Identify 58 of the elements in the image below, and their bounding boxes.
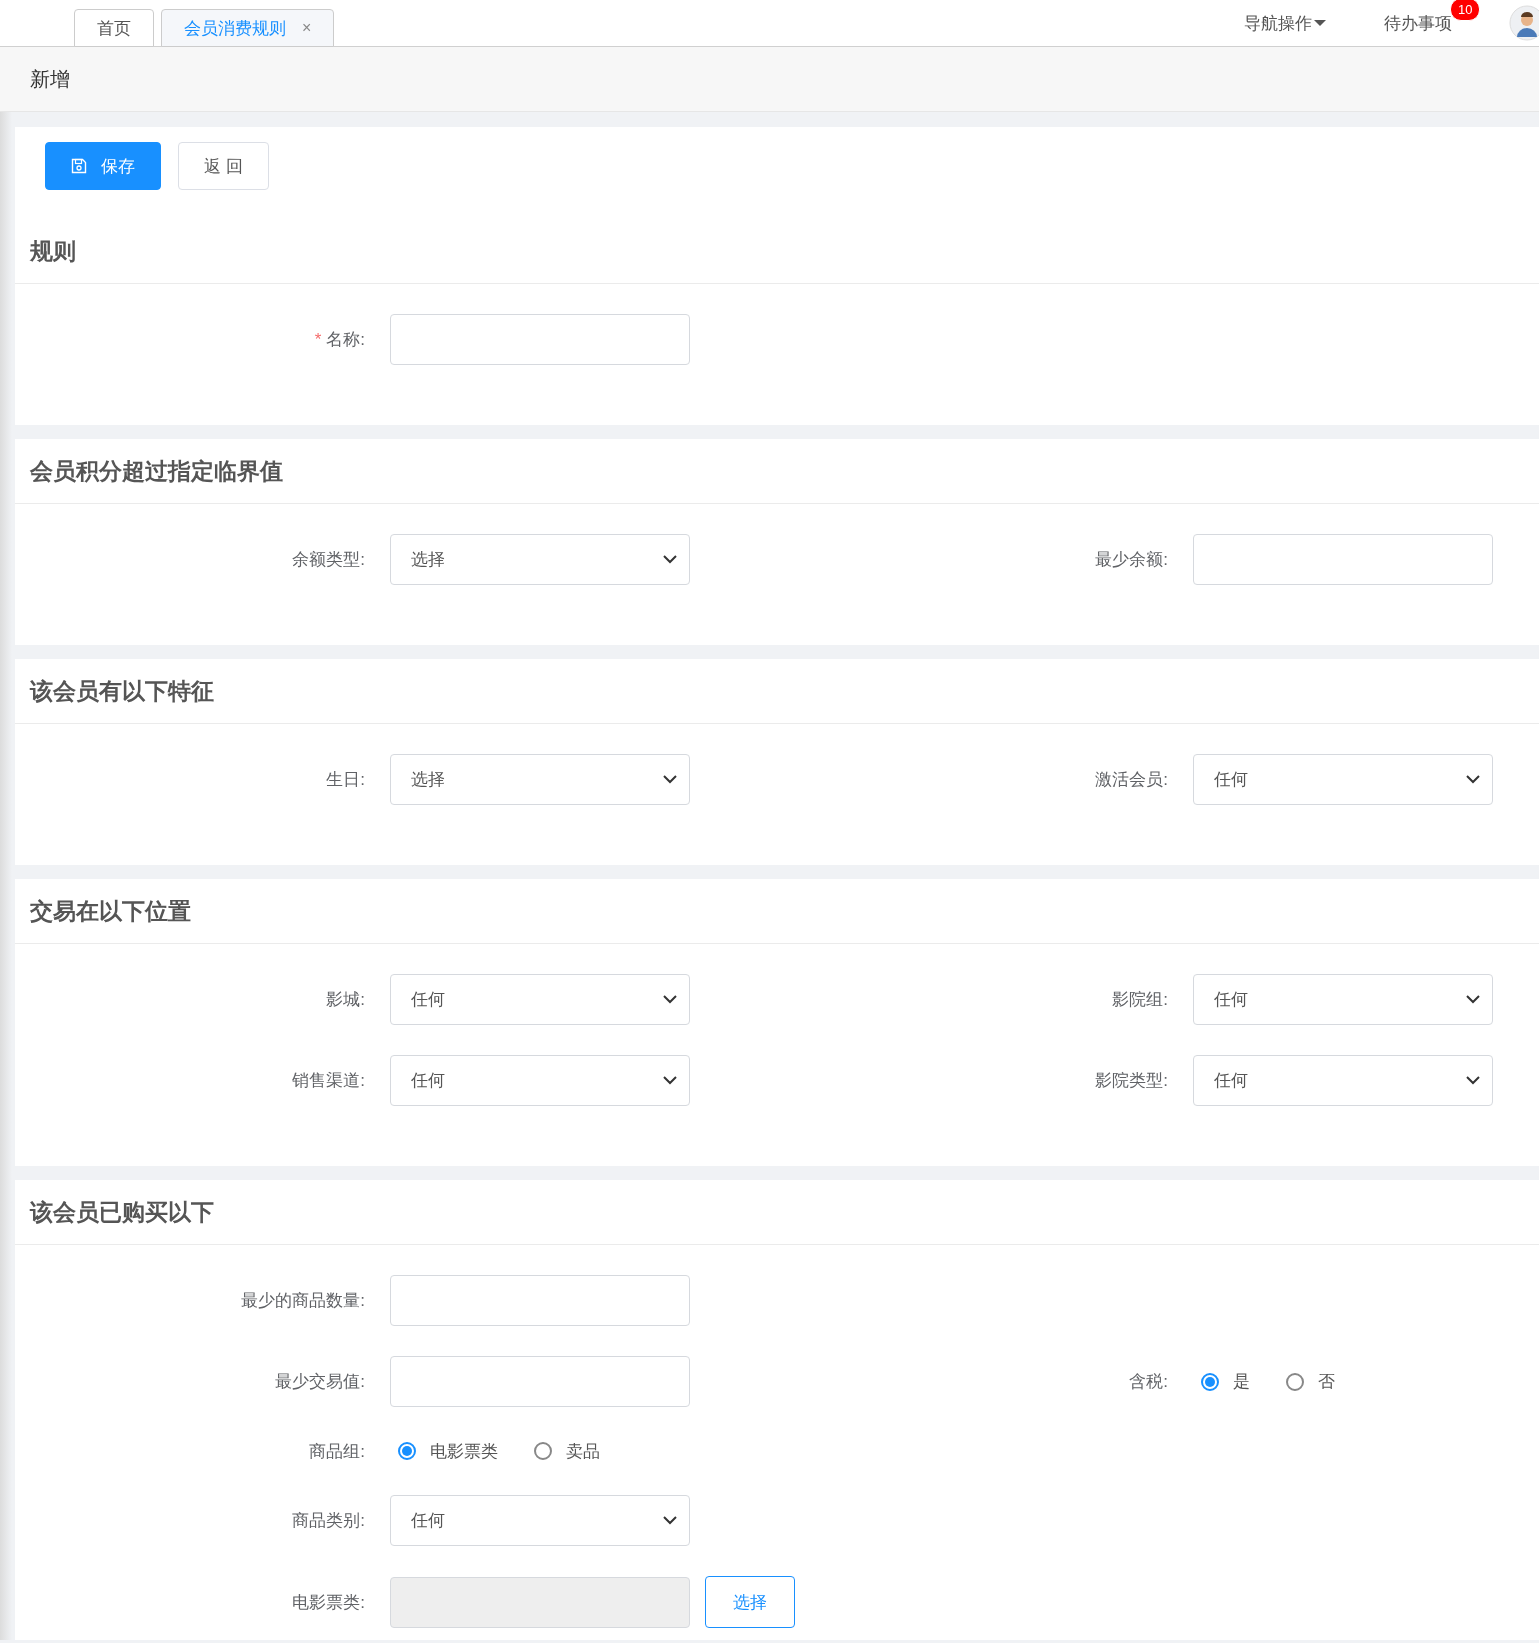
select-field[interactable]: 任何 [390, 1055, 690, 1106]
field-label: 生日: [326, 769, 365, 791]
field-label: 余额类型: [292, 549, 365, 571]
back-button[interactable]: 返 回 [178, 142, 269, 190]
field-label: 最少交易值: [275, 1371, 365, 1393]
section-title: 规则 [30, 236, 76, 266]
section-title: 该会员已购买以下 [30, 1197, 214, 1227]
section-title: 交易在以下位置 [30, 896, 191, 926]
field-label: 商品组: [309, 1440, 365, 1463]
chevron-down-icon [1466, 775, 1480, 784]
select-field[interactable]: 任何 [1193, 974, 1493, 1025]
radio-button[interactable] [1201, 1372, 1219, 1391]
chevron-down-icon [663, 775, 677, 784]
select-field[interactable]: 任何 [390, 1495, 690, 1546]
field-label: 影城: [326, 989, 365, 1011]
section-title: 会员积分超过指定临界值 [30, 456, 283, 486]
chevron-down-icon [663, 1516, 677, 1525]
field-label: 电影票类: [292, 1591, 365, 1614]
field-label: 最少的商品数量: [241, 1290, 365, 1312]
input-field[interactable] [1193, 534, 1493, 585]
radio-button[interactable] [534, 1442, 552, 1460]
nav-menu[interactable]: 导航操作 [1244, 11, 1326, 35]
chevron-down-icon [663, 1076, 677, 1085]
radio-button[interactable] [398, 1442, 416, 1460]
field-label: 销售渠道: [292, 1070, 365, 1092]
radio-option[interactable]: 是 [1201, 1370, 1250, 1393]
select-field[interactable]: 选择 [390, 534, 690, 585]
input-field[interactable] [390, 314, 690, 365]
radio-button[interactable] [1286, 1372, 1304, 1391]
field-label: 含税: [1129, 1371, 1168, 1393]
field-label: 名称: [326, 329, 365, 351]
select-field[interactable]: 任何 [390, 974, 690, 1025]
required-mark: * [314, 329, 322, 350]
page-title: 新增 [30, 66, 70, 92]
field-label: 激活会员: [1095, 769, 1168, 791]
caret-icon [1314, 20, 1326, 26]
radio-option[interactable]: 卖品 [534, 1439, 600, 1463]
section-title: 该会员有以下特征 [30, 676, 214, 706]
radio-option[interactable]: 电影票类 [398, 1439, 498, 1463]
field-label: 商品类别: [292, 1510, 365, 1532]
select-field[interactable]: 任何 [1193, 1055, 1493, 1106]
field-label: 影院类型: [1095, 1070, 1168, 1092]
save-icon [71, 158, 87, 174]
radio-option[interactable]: 否 [1286, 1370, 1335, 1393]
chevron-down-icon [663, 995, 677, 1004]
select-field[interactable]: 任何 [1193, 754, 1493, 805]
todo-link[interactable]: 待办事项 [1384, 13, 1452, 33]
chevron-down-icon [1466, 995, 1480, 1004]
chevron-down-icon [1466, 1076, 1480, 1085]
chevron-down-icon [663, 555, 677, 564]
select-field[interactable]: 选择 [390, 754, 690, 805]
field-label: 最少余额: [1095, 549, 1168, 571]
field-label: 影院组: [1112, 989, 1168, 1011]
tab[interactable]: 首页 [74, 9, 154, 47]
input-field[interactable] [390, 1275, 690, 1326]
input-field[interactable] [390, 1356, 690, 1407]
avatar-icon[interactable] [1509, 5, 1539, 41]
count-badge: 10 [1450, 0, 1481, 21]
